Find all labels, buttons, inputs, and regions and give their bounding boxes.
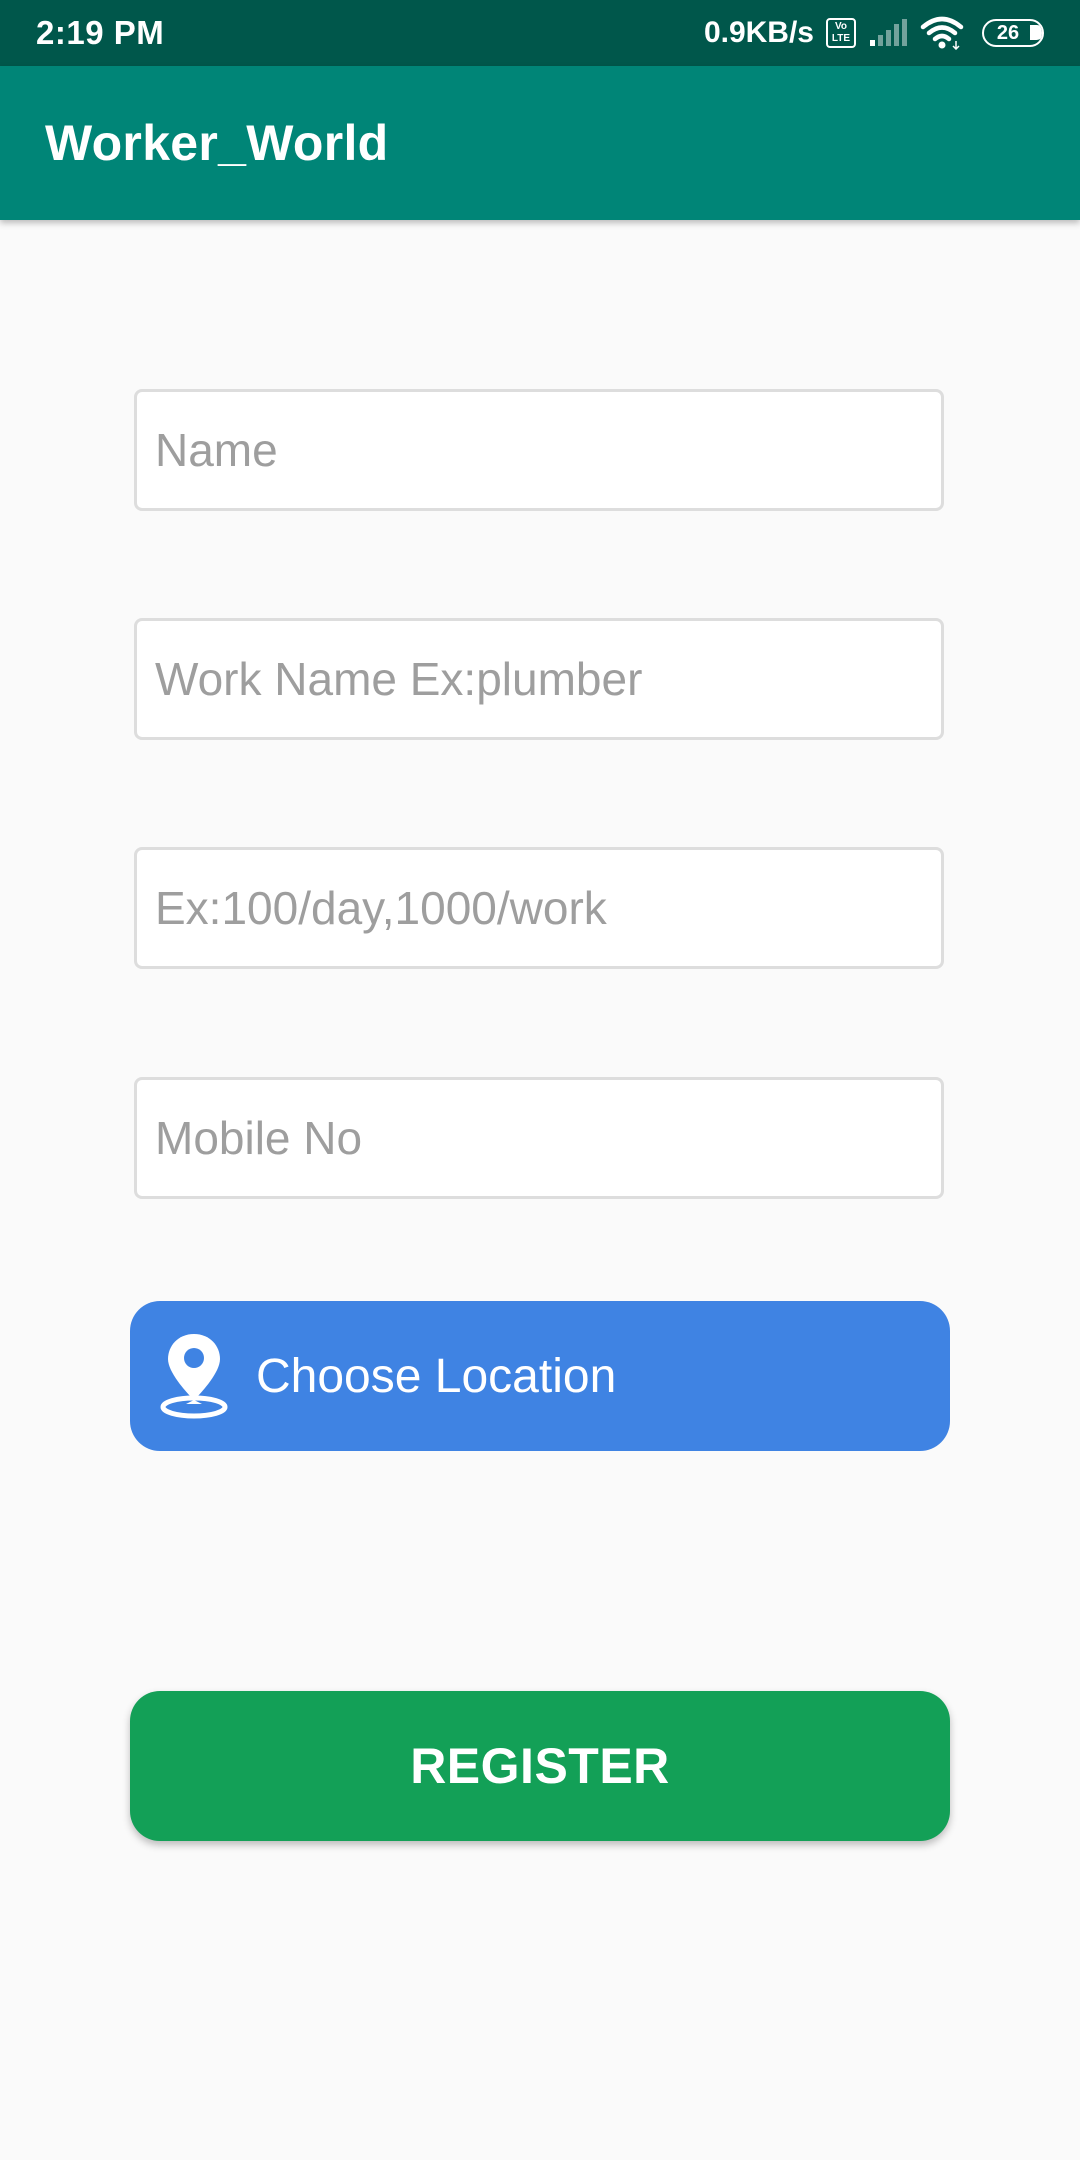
battery-level: 26 — [996, 21, 1020, 44]
network-speed: 0.9KB/s — [703, 16, 814, 49]
status-icons: 0.9KB/s Vo LTE 26 — [704, 16, 1044, 50]
app-bar: Worker_World — [0, 66, 1080, 220]
mobile-input[interactable] — [134, 1077, 944, 1199]
location-pin-icon — [160, 1334, 228, 1419]
choose-location-button[interactable]: Choose Location — [130, 1301, 950, 1451]
register-button[interactable]: REGISTER — [130, 1691, 950, 1841]
battery-tip — [1030, 25, 1042, 40]
status-time: 2:19 PM — [36, 14, 165, 51]
battery-icon: 26 — [982, 19, 1044, 47]
volte-icon: Vo LTE — [826, 18, 856, 48]
name-input[interactable] — [134, 389, 944, 511]
rate-input[interactable] — [134, 847, 944, 969]
wifi-icon — [920, 16, 964, 50]
status-bar: 2:19 PM 0.9KB/s Vo LTE 26 — [0, 0, 1080, 66]
work-name-input[interactable] — [134, 618, 944, 740]
choose-location-label: Choose Location — [256, 1349, 617, 1403]
app-title: Worker_World — [45, 115, 389, 171]
screen: 2:19 PM 0.9KB/s Vo LTE 26 Worker_World N… — [0, 0, 1080, 2160]
signal-icon — [870, 19, 907, 46]
